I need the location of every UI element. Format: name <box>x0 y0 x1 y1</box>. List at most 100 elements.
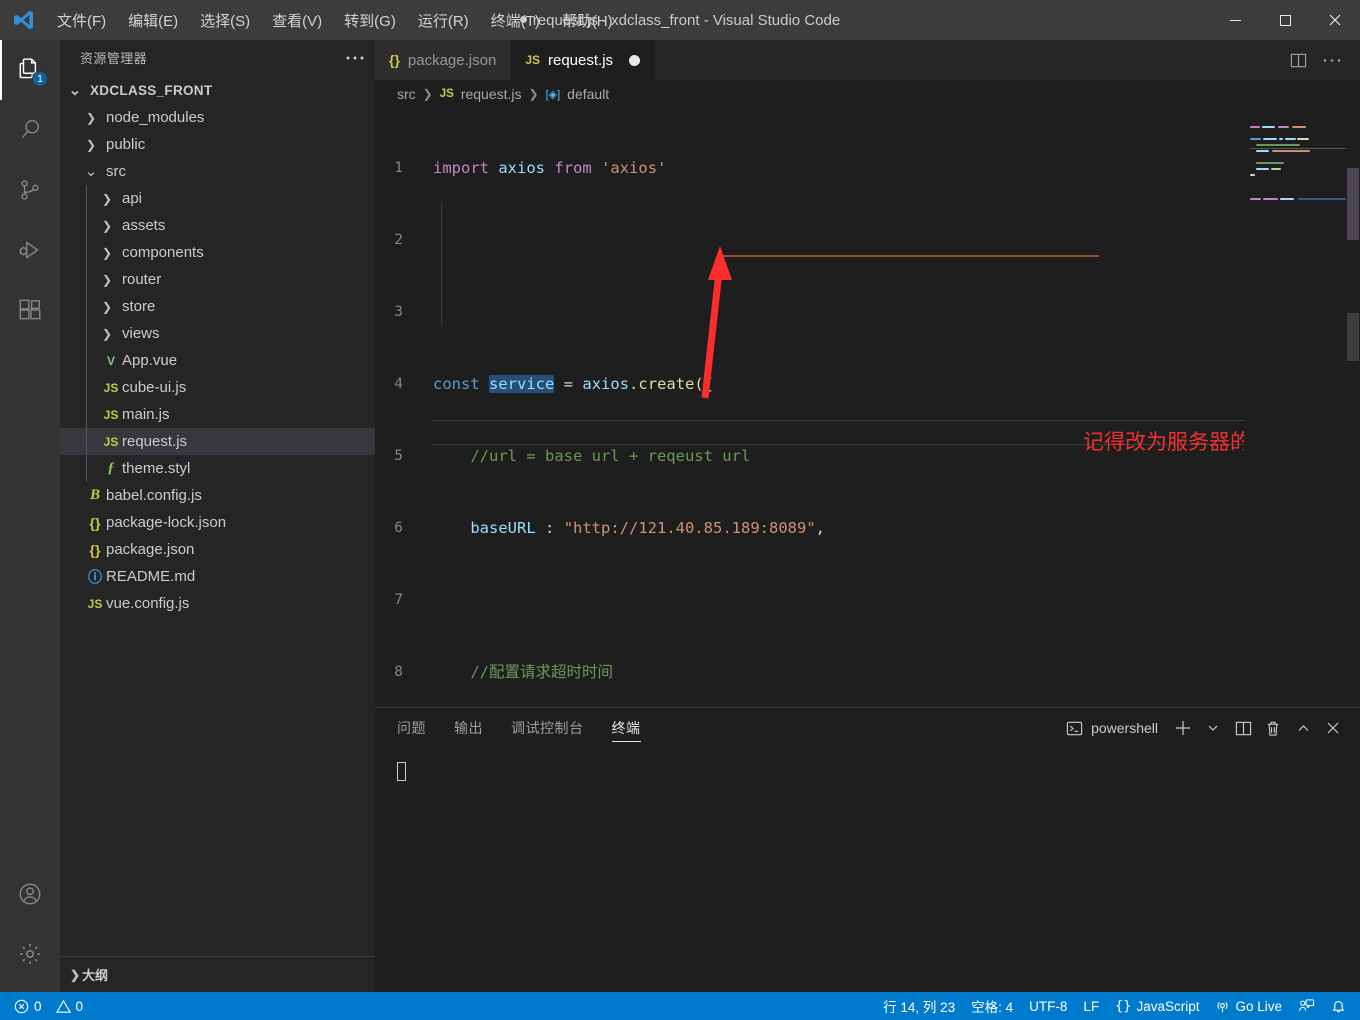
tree-item-package-json[interactable]: {}package.json <box>60 536 375 563</box>
maximize-button[interactable] <box>1260 0 1310 40</box>
trash-icon[interactable] <box>1260 715 1286 741</box>
activity-run-debug[interactable] <box>0 220 60 280</box>
breadcrumb-symbol[interactable]: default <box>567 86 609 102</box>
outline-section[interactable]: ❯ 大纲 <box>60 956 375 992</box>
menu-edit[interactable]: 编辑(E) <box>117 0 189 40</box>
tree-item-request-js[interactable]: JSrequest.js <box>60 428 375 455</box>
editor-scrollbar[interactable] <box>1346 108 1360 707</box>
chevron-up-icon[interactable] <box>1290 715 1316 741</box>
tab-dirty-indicator-icon[interactable] <box>629 55 640 66</box>
tree-item-readme-md[interactable]: ⓘREADME.md <box>60 563 375 590</box>
line-content[interactable]: //配置请求超时时间 <box>429 660 613 684</box>
activity-source-control[interactable] <box>0 160 60 220</box>
panel-tab-terminal[interactable]: 终端 <box>612 708 641 748</box>
activity-accounts[interactable] <box>0 864 60 924</box>
menu-file[interactable]: 文件(F) <box>46 0 117 40</box>
menu-run[interactable]: 运行(R) <box>407 0 480 40</box>
terminal-body[interactable] <box>375 748 1360 992</box>
status-eol[interactable]: LF <box>1075 992 1107 1020</box>
panel-tab-problems[interactable]: 问题 <box>397 708 426 748</box>
status-bar[interactable]: 0 0 行 14, 列 23 空格: 4 UTF-8 LF {} JavaScr… <box>0 992 1360 1020</box>
json-file-icon: {} <box>389 52 400 68</box>
tree-item-vue-config-js[interactable]: JSvue.config.js <box>60 590 375 617</box>
window-controls[interactable] <box>1210 0 1360 40</box>
panel-actions[interactable]: powershell <box>1066 715 1360 741</box>
tree-item-babel-config-js[interactable]: Bbabel.config.js <box>60 482 375 509</box>
line-content[interactable]: import axios from 'axios' <box>429 156 666 180</box>
panel-tab-debug-console[interactable]: 调试控制台 <box>511 708 584 748</box>
minimize-button[interactable] <box>1210 0 1260 40</box>
tab-request-js[interactable]: JS request.js <box>511 40 655 80</box>
status-right-group[interactable]: 行 14, 列 23 空格: 4 UTF-8 LF {} JavaScript … <box>875 992 1360 1020</box>
code-lines[interactable]: 1import axios from 'axios' 2 3 4const se… <box>375 108 1360 707</box>
tree-item-src[interactable]: ⌄src <box>60 158 375 185</box>
activity-bar[interactable]: 1 <box>0 40 60 992</box>
tree-item-assets[interactable]: ❯assets <box>60 212 375 239</box>
tree-item-label: node_modules <box>106 109 204 126</box>
tree-item-node-modules[interactable]: ❯node_modules <box>60 104 375 131</box>
menu-bar[interactable]: 文件(F) 编辑(E) 选择(S) 查看(V) 转到(G) 运行(R) 终端(T… <box>46 0 624 40</box>
activity-extensions[interactable] <box>0 280 60 340</box>
activity-search[interactable] <box>0 100 60 160</box>
tree-item-api[interactable]: ❯api <box>60 185 375 212</box>
tree-item-store[interactable]: ❯store <box>60 293 375 320</box>
bell-icon <box>1331 998 1346 1014</box>
editor-tab-actions[interactable] <box>1284 40 1360 80</box>
tree-item-app-vue[interactable]: VApp.vue <box>60 347 375 374</box>
tree-item-label: views <box>122 325 160 342</box>
js-file-icon: JS <box>100 408 122 422</box>
split-icon[interactable] <box>1230 715 1256 741</box>
menu-help[interactable]: 帮助(H) <box>551 0 624 40</box>
menu-select[interactable]: 选择(S) <box>189 0 261 40</box>
tree-item-xdclass-front[interactable]: ⌄XDCLASS_FRONT <box>60 77 375 104</box>
tree-item-views[interactable]: ❯views <box>60 320 375 347</box>
tab-package-json[interactable]: {} package.json <box>375 40 511 80</box>
tree-indent-guide <box>86 320 87 347</box>
outline-label: 大纲 <box>82 965 108 984</box>
tree-item-theme-styl[interactable]: ƒtheme.styl <box>60 455 375 482</box>
panel-header[interactable]: 问题 输出 调试控制台 终端 powershell <box>375 708 1360 748</box>
activity-explorer[interactable]: 1 <box>0 40 60 100</box>
tree-item-package-lock-json[interactable]: {}package-lock.json <box>60 509 375 536</box>
minimap[interactable] <box>1244 108 1346 707</box>
tree-item-public[interactable]: ❯public <box>60 131 375 158</box>
close-button[interactable] <box>1310 0 1360 40</box>
tree-item-cube-ui-js[interactable]: JScube-ui.js <box>60 374 375 401</box>
editor-tabs[interactable]: {} package.json JS request.js <box>375 40 1360 80</box>
line-content[interactable]: //url = base url + reqeust url <box>429 444 750 468</box>
file-tree[interactable]: ⌄XDCLASS_FRONT❯node_modules❯public⌄src❯a… <box>60 75 375 956</box>
status-language-mode[interactable]: {} JavaScript <box>1107 992 1207 1020</box>
status-feedback[interactable] <box>1290 992 1323 1020</box>
tree-item-router[interactable]: ❯router <box>60 266 375 293</box>
tree-item-components[interactable]: ❯components <box>60 239 375 266</box>
chevron-down-icon[interactable] <box>1200 715 1226 741</box>
breadcrumb-file[interactable]: request.js <box>461 86 522 102</box>
editor-area: {} package.json JS request.js <box>375 40 1360 992</box>
close-icon[interactable] <box>1320 715 1346 741</box>
status-cursor-position[interactable]: 行 14, 列 23 <box>875 992 963 1020</box>
tree-item-main-js[interactable]: JSmain.js <box>60 401 375 428</box>
status-encoding[interactable]: UTF-8 <box>1021 992 1075 1020</box>
breadcrumb[interactable]: src ❯ JS request.js ❯ [◈] default <box>375 80 1360 108</box>
code-editor[interactable]: 1import axios from 'axios' 2 3 4const se… <box>375 108 1360 707</box>
menu-terminal[interactable]: 终端(T) <box>480 0 551 40</box>
status-problems[interactable]: 0 0 <box>6 992 91 1020</box>
menu-go[interactable]: 转到(G) <box>333 0 407 40</box>
status-go-live[interactable]: Go Live <box>1207 992 1290 1020</box>
breadcrumb-src[interactable]: src <box>397 86 416 102</box>
code-surface[interactable]: 1import axios from 'axios' 2 3 4const se… <box>375 108 1360 707</box>
tree-indent-guide <box>86 185 87 212</box>
activity-settings[interactable] <box>0 924 60 984</box>
status-notifications[interactable] <box>1323 992 1354 1020</box>
terminal-selector[interactable]: powershell <box>1066 720 1158 737</box>
split-editor-icon[interactable] <box>1284 46 1312 74</box>
ellipsis-icon[interactable] <box>345 55 365 61</box>
plus-icon[interactable] <box>1170 715 1196 741</box>
menu-view[interactable]: 查看(V) <box>261 0 333 40</box>
status-indentation[interactable]: 空格: 4 <box>963 992 1021 1020</box>
line-content[interactable]: const service = axios.create({ <box>429 372 713 396</box>
panel-tab-output[interactable]: 输出 <box>454 708 483 748</box>
scrollbar-thumb[interactable] <box>1347 313 1359 361</box>
line-content[interactable]: baseURL : "http://121.40.85.189:8089", <box>429 516 825 540</box>
editor-more-actions-icon[interactable] <box>1318 46 1346 74</box>
